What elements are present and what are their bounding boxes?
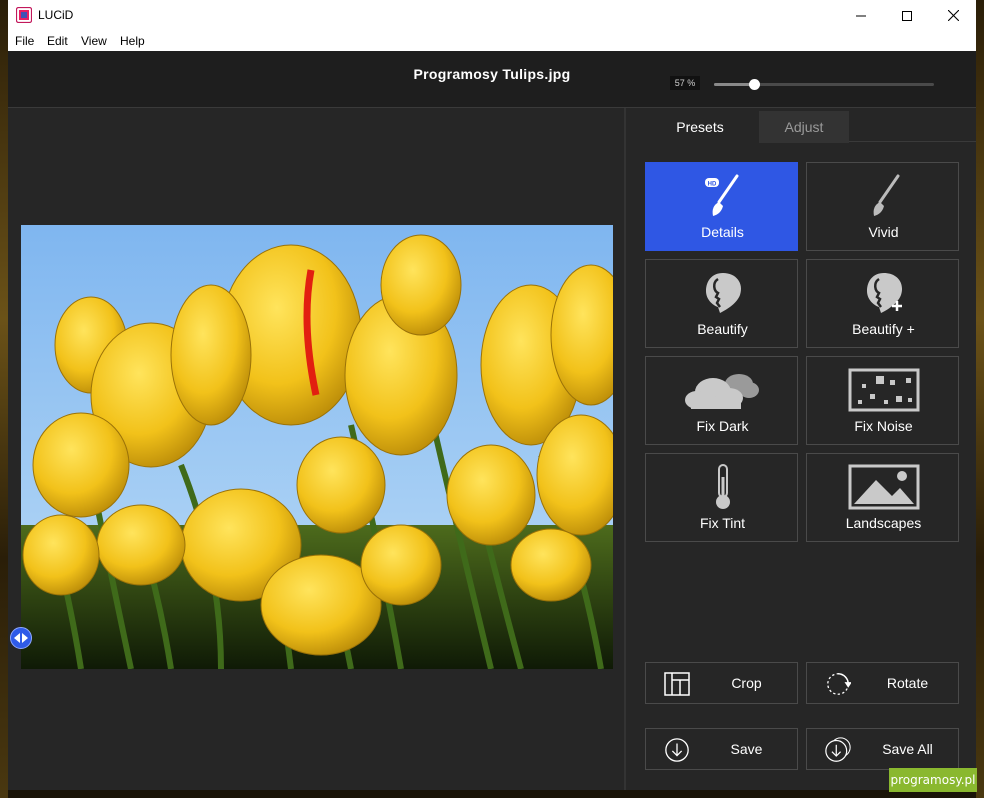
watermark: programosy.pl — [889, 768, 977, 792]
zoom-level: 57 % — [670, 76, 700, 90]
close-icon — [947, 10, 959, 21]
minimize-button[interactable] — [838, 0, 884, 31]
compare-handle[interactable] — [10, 627, 32, 649]
save-icon — [665, 738, 689, 762]
preset-label: Fix Tint — [699, 515, 746, 531]
preset-label: Details — [701, 224, 744, 240]
save-button[interactable]: Save — [645, 728, 798, 770]
tab-adjust[interactable]: Adjust — [759, 111, 849, 143]
face-profile-icon — [705, 273, 741, 313]
editor-header: Programosy Tulips.jpg 57 % — [8, 51, 976, 108]
crop-button[interactable]: Crop — [645, 662, 798, 704]
zoom-slider-fill — [714, 83, 754, 86]
app-logo-icon — [16, 7, 32, 23]
landscape-icon — [848, 464, 919, 510]
menu-edit[interactable]: Edit — [47, 34, 68, 48]
noise-icon — [848, 368, 919, 412]
title-bar[interactable]: LUCiD — [8, 0, 976, 31]
menu-view[interactable]: View — [81, 34, 107, 48]
rotate-icon — [827, 673, 851, 695]
tab-presets[interactable]: Presets — [641, 111, 759, 143]
preset-label: Fix Noise — [854, 418, 913, 434]
rotate-button[interactable]: Rotate — [806, 662, 959, 704]
preset-fix-tint[interactable]: Fix Tint — [645, 453, 798, 542]
side-panel: Presets Adjust HD Details Vivid Beautify… — [626, 108, 976, 790]
thermometer-icon — [715, 464, 730, 509]
menu-bar: File Edit View Help — [8, 31, 976, 51]
clouds-icon — [684, 374, 759, 409]
preset-details[interactable]: HD Details — [645, 162, 798, 251]
preset-label: Beautify + — [852, 321, 915, 337]
zoom-slider[interactable] — [714, 79, 934, 90]
photo-tulips — [21, 225, 613, 669]
svg-text:HD: HD — [707, 182, 716, 188]
window-title: LUCiD — [38, 8, 74, 22]
split-arrows-icon — [14, 633, 28, 643]
preset-fix-dark[interactable]: Fix Dark — [645, 356, 798, 445]
save-label: Save — [730, 741, 763, 757]
minimize-icon — [856, 15, 866, 16]
menu-file[interactable]: File — [15, 34, 34, 48]
crop-icon — [664, 672, 690, 696]
zoom-slider-thumb[interactable] — [748, 79, 760, 90]
save-all-button[interactable]: Save All — [806, 728, 959, 770]
preset-label: Fix Dark — [696, 418, 749, 434]
tab-underline — [849, 141, 976, 142]
app-window: LUCiD File Edit View Help Programosy Tul… — [8, 0, 976, 790]
hd-brush-icon: HD — [704, 174, 738, 216]
preset-beautify[interactable]: Beautify — [645, 259, 798, 348]
preset-beautify-plus[interactable]: Beautify + — [806, 259, 959, 348]
image-canvas[interactable] — [8, 108, 624, 790]
close-button[interactable] — [930, 0, 976, 31]
brush-icon — [873, 174, 899, 216]
save-all-label: Save All — [882, 741, 933, 757]
face-profile-plus-icon — [866, 273, 902, 313]
maximize-icon — [902, 10, 912, 21]
preset-label: Landscapes — [845, 515, 922, 531]
preset-vivid[interactable]: Vivid — [806, 162, 959, 251]
rotate-label: Rotate — [886, 675, 929, 691]
save-all-icon — [825, 737, 851, 762]
file-name: Programosy Tulips.jpg — [413, 66, 571, 82]
crop-label: Crop — [731, 675, 762, 691]
preset-label: Beautify — [697, 321, 748, 337]
preset-label: Vivid — [868, 224, 899, 240]
preset-landscapes[interactable]: Landscapes — [806, 453, 959, 542]
maximize-button[interactable] — [884, 0, 930, 31]
preset-fix-noise[interactable]: Fix Noise — [806, 356, 959, 445]
menu-help[interactable]: Help — [120, 34, 145, 48]
